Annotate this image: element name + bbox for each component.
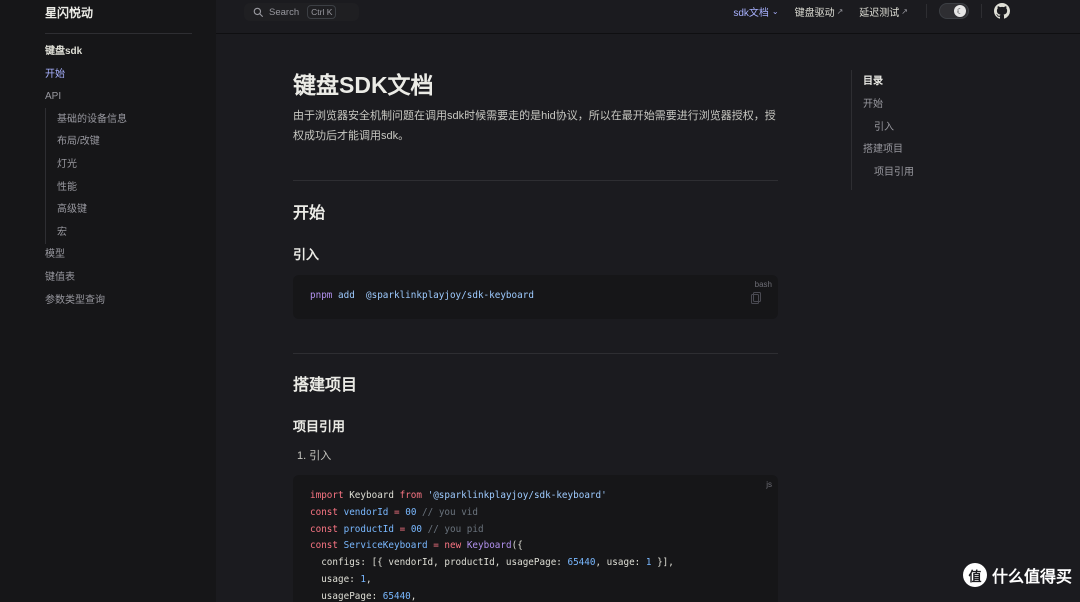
code-token: from	[399, 490, 422, 501]
code-line: configs: [{ vendorId, productId, usagePa…	[310, 555, 674, 572]
watermark-logo-char: 值	[968, 568, 982, 584]
nav-link-keyboard-driver-label: 键盘驱动	[794, 7, 835, 19]
top-nav: Search Ctrl K sdk文档 ⌄ 键盘驱动 ↗ 延迟测试 ↗ ☾	[216, 0, 1080, 34]
code-token: vendorId	[343, 506, 389, 518]
code-token: pnpm	[310, 290, 333, 301]
code-token: usage:	[321, 573, 361, 585]
code-token: // you pid	[427, 523, 484, 535]
code-token: productId	[343, 523, 394, 535]
sidebar-item-performance[interactable]: 性能	[0, 177, 216, 200]
code-line: const ServiceKeyboard = new Keyboard({	[310, 540, 523, 552]
chevron-down-icon: ⌄	[771, 6, 779, 16]
code-line: usagePage: 65440,	[310, 589, 674, 602]
toc-title: 目录	[863, 76, 883, 87]
toc-item-import[interactable]: 引入	[874, 118, 894, 133]
sidebar-nav: 键盘sdk 开始 API 基础的设备信息 布局/改键 灯光 性能 高级键 宏 模…	[0, 41, 216, 312]
sidebar-item-keycode-table[interactable]: 键值表	[0, 267, 216, 290]
external-link-icon: ↗	[901, 6, 908, 16]
sidebar-item-sdk[interactable]: 键盘sdk	[0, 41, 216, 64]
sidebar-item-model[interactable]: 模型	[0, 244, 216, 267]
github-icon[interactable]	[994, 3, 1010, 19]
nav-divider	[926, 4, 927, 18]
search-shortcut: Ctrl K	[307, 5, 337, 19]
code-token: , usage:	[595, 557, 646, 569]
list-item: 1. 引入	[297, 450, 332, 462]
code-line: pnpm add @sparklinkplayjoy/sdk-keyboard	[310, 288, 534, 305]
code-token: configs: [{ vendorId, productId, usagePa…	[321, 557, 568, 569]
toc-item-start[interactable]: 开始	[863, 95, 883, 110]
code-token: 00	[410, 523, 423, 535]
search-icon	[253, 7, 263, 17]
search-button[interactable]: Search Ctrl K	[244, 3, 359, 21]
copy-icon[interactable]	[751, 292, 761, 304]
moon-icon: ☾	[954, 5, 966, 17]
code-line: import Keyboard from '@sparklinkplayjoy/…	[310, 488, 674, 505]
code-token: ,	[366, 573, 372, 585]
nav-link-keyboard-driver[interactable]: 键盘驱动 ↗	[795, 4, 844, 19]
toc-item-project-ref[interactable]: 项目引用	[874, 163, 914, 178]
heading-project-ref: 项目引用	[293, 419, 346, 434]
nav-links: sdk文档 ⌄ 键盘驱动 ↗ 延迟测试 ↗ ☾	[733, 0, 1080, 22]
nav-link-sdk-docs-label: sdk文档	[733, 7, 769, 19]
nav-link-sdk-docs[interactable]: sdk文档 ⌄	[733, 4, 778, 19]
code-line: usage: 1,	[310, 572, 674, 589]
code-token: usagePage:	[321, 590, 383, 602]
heading-build-project: 搭建项目	[293, 377, 358, 394]
sidebar-item-layout[interactable]: 布局/改键	[0, 131, 216, 154]
code-token: Keyboard	[466, 540, 512, 552]
code-token: import	[310, 490, 344, 501]
heading-import: 引入	[293, 247, 320, 262]
code-token: 65440	[567, 557, 596, 569]
sidebar: 星闪悦动 键盘sdk 开始 API 基础的设备信息 布局/改键 灯光 性能 高级…	[0, 0, 216, 602]
code-token: Keyboard	[349, 490, 394, 501]
sidebar-item-device-info[interactable]: 基础的设备信息	[0, 109, 216, 132]
code-lang-label: js	[766, 480, 772, 489]
site-title[interactable]: 星闪悦动	[45, 4, 93, 21]
sidebar-item-advanced-key[interactable]: 高级键	[0, 199, 216, 222]
sidebar-divider	[45, 33, 192, 34]
code-token: 65440	[382, 590, 411, 602]
heading-start: 开始	[293, 205, 326, 222]
sidebar-item-api[interactable]: API	[0, 86, 216, 109]
code-token: '@sparklinkplayjoy/sdk-keyboard'	[427, 490, 607, 501]
section-divider	[293, 180, 778, 181]
sidebar-item-param-types[interactable]: 参数类型查询	[0, 290, 216, 313]
toc-item-build-project[interactable]: 搭建项目	[863, 140, 903, 155]
code-token: const	[310, 523, 338, 535]
intro-paragraph: 由于浏览器安全机制问题在调用sdk时候需要走的是hid协议，所以在最开始需要进行…	[293, 110, 776, 142]
nav-divider	[981, 4, 982, 18]
watermark-logo: 值	[962, 563, 987, 587]
code-token: 00	[405, 506, 417, 518]
external-link-icon: ↗	[836, 6, 844, 16]
search-label: Search	[269, 6, 300, 18]
code-token: add	[338, 290, 355, 301]
code-token: new	[444, 540, 462, 552]
sidebar-item-light[interactable]: 灯光	[0, 154, 216, 177]
theme-toggle[interactable]: ☾	[939, 3, 969, 19]
code-line: const vendorId = 00 // you vid	[310, 506, 479, 518]
code-lines: import Keyboard from '@sparklinkplayjoy/…	[310, 488, 674, 602]
section-divider	[293, 353, 778, 354]
nav-link-latency-test[interactable]: 延迟测试 ↗	[859, 4, 908, 19]
code-token: ,	[410, 590, 417, 602]
code-token: const	[310, 506, 338, 518]
code-lang-label: bash	[754, 280, 772, 289]
code-token: ServiceKeyboard	[343, 540, 428, 552]
sidebar-item-start[interactable]: 开始	[0, 64, 216, 87]
code-token: const	[310, 540, 338, 552]
code-block-install: bash pnpm add @sparklinkplayjoy/sdk-keyb…	[293, 275, 778, 319]
nav-link-latency-test-label: 延迟测试	[859, 7, 900, 19]
watermark-text: 什么值得买	[991, 569, 1072, 586]
code-token: // you vid	[422, 506, 479, 518]
page-title: 键盘SDK文档	[293, 72, 434, 98]
code-block-usage: js import Keyboard from '@sparklinkplayj…	[293, 475, 778, 602]
code-token: @sparklinkplayjoy/sdk-keyboard	[366, 290, 534, 301]
code-line: const productId = 00 // you pid	[310, 523, 484, 535]
sidebar-item-macro[interactable]: 宏	[0, 222, 216, 245]
watermark: 值 什么值得买	[962, 563, 1072, 587]
code-token: }],	[651, 557, 674, 569]
toc-indicator-bar	[851, 70, 852, 190]
